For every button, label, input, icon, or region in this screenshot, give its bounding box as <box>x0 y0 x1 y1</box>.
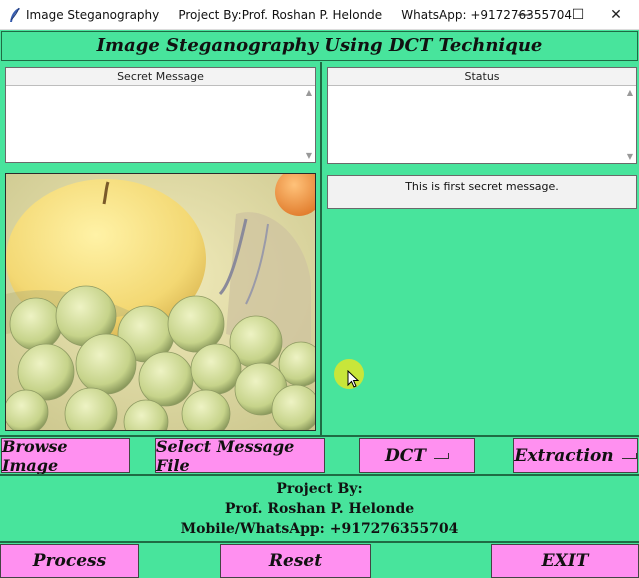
window-titlebar: Image Steganography Project By:Prof. Ros… <box>0 0 639 30</box>
scroll-down-arrow-icon[interactable]: ▼ <box>306 151 312 160</box>
mode-dropdown[interactable]: Extraction <box>513 438 638 473</box>
mode-dropdown-value: Extraction <box>514 445 614 466</box>
scroll-up-arrow-icon[interactable]: ▲ <box>627 88 633 97</box>
method-dropdown[interactable]: DCT <box>359 438 475 473</box>
status-box[interactable]: Status ▲ ▼ <box>327 67 637 164</box>
pane-divider <box>320 62 322 436</box>
exit-button[interactable]: EXIT <box>491 544 639 578</box>
window-title: Image Steganography Project By:Prof. Ros… <box>26 8 572 22</box>
secret-message-header: Secret Message <box>6 68 315 86</box>
secret-message-label: This is first secret message. <box>327 175 637 209</box>
dropdown-indicator-icon <box>621 452 637 459</box>
app-heading: Image Steganography Using DCT Technique <box>1 31 638 61</box>
apple-grapes-image <box>6 174 315 430</box>
project-by-label: Project By: <box>276 481 363 497</box>
method-dropdown-value: DCT <box>385 445 426 466</box>
process-button[interactable]: Process <box>0 544 139 578</box>
tk-feather-icon <box>10 7 20 22</box>
author-contact: Mobile/WhatsApp: +917276355704 <box>180 521 459 537</box>
scroll-up-arrow-icon[interactable]: ▲ <box>306 88 312 97</box>
browse-image-button[interactable]: Browse Image <box>1 437 130 475</box>
secret-message-box[interactable]: Secret Message ▲ ▼ <box>5 67 316 163</box>
project-info: Project By: Prof. Roshan P. Helonde Mobi… <box>0 478 639 540</box>
actions-top-divider <box>0 541 639 543</box>
scroll-down-arrow-icon[interactable]: ▼ <box>627 152 633 161</box>
status-header: Status <box>328 68 636 86</box>
mouse-pointer-icon <box>347 370 359 388</box>
dropdown-indicator-icon <box>433 452 449 459</box>
select-message-file-button[interactable]: Select Message File <box>155 437 325 475</box>
close-button[interactable]: ✕ <box>593 0 639 30</box>
author-name: Prof. Roshan P. Helonde <box>224 501 415 517</box>
reset-button[interactable]: Reset <box>220 544 371 578</box>
cover-image <box>5 173 316 431</box>
footer-top-divider <box>0 474 639 476</box>
minimize-button[interactable]: — <box>501 0 547 30</box>
